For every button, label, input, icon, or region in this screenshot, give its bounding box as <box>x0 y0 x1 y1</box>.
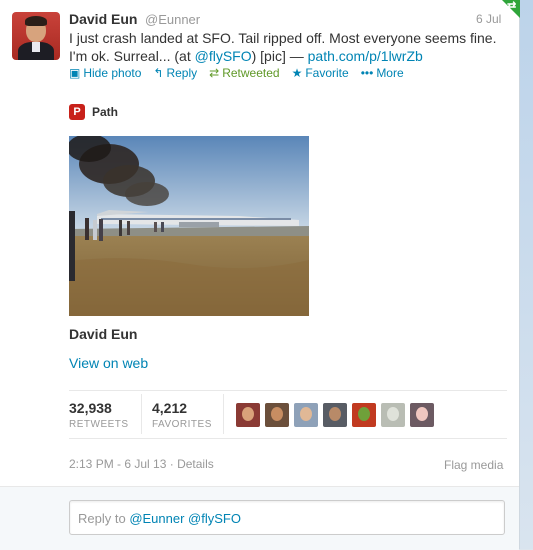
tweet-text: I just crash landed at SFO. Tail ripped … <box>69 30 497 64</box>
tweet-date[interactable]: 6 Jul <box>476 12 501 26</box>
favoriter-avatar[interactable] <box>323 403 347 427</box>
favoriter-avatar[interactable] <box>352 403 376 427</box>
details-link[interactable]: Details <box>177 457 214 471</box>
stat-divider <box>141 394 142 434</box>
retweets-label: RETWEETS <box>69 419 129 430</box>
retweeted-button[interactable]: ⇄ Retweeted <box>209 66 279 80</box>
author-handle[interactable]: @Eunner <box>145 12 200 27</box>
media-provider[interactable]: Path <box>92 104 118 120</box>
retweet-icon: ⇄ <box>209 66 220 80</box>
tweet-actions: ▣ Hide photo ↰ Reply ⇄ Retweeted ★ Favorite … <box>69 66 416 80</box>
favoriters-avatars <box>236 403 434 427</box>
favorites-label: FAVORITES <box>152 419 212 430</box>
favorites-stat[interactable]: 4,212 FAVORITES <box>152 400 212 430</box>
hide-photo-button[interactable]: ▣ Hide photo <box>69 66 141 80</box>
divider <box>69 438 507 439</box>
divider <box>69 390 507 391</box>
favoriter-avatar[interactable] <box>294 403 318 427</box>
more-button[interactable]: ••• More <box>361 66 404 80</box>
crash-photo[interactable] <box>69 136 309 316</box>
author-name[interactable]: David Eun <box>69 11 137 27</box>
reply-icon: ↰ <box>153 66 164 80</box>
retweets-count: 32,938 <box>69 400 112 416</box>
favoriter-avatar[interactable] <box>381 403 405 427</box>
star-icon: ★ <box>291 66 303 80</box>
favorite-button[interactable]: ★ Favorite <box>292 66 349 80</box>
reply-input[interactable]: Reply to @Eunner @flySFO <box>69 500 505 535</box>
flag-media-link[interactable]: Flag media <box>444 458 503 472</box>
avatar[interactable] <box>12 12 60 60</box>
tweet-card: ⇄ David Eun @Eunner 6 Jul I just crash l… <box>0 0 520 550</box>
favoriter-avatar[interactable] <box>265 403 289 427</box>
favorites-count: 4,212 <box>152 400 188 416</box>
view-on-web-link[interactable]: View on web <box>69 355 148 371</box>
timestamp-text[interactable]: 2:13 PM - 6 Jul 13 <box>69 457 166 471</box>
reply-button[interactable]: ↰ Reply <box>153 66 197 80</box>
more-dots-icon: ••• <box>360 66 374 80</box>
scrollbar-track[interactable] <box>520 0 533 549</box>
mention-link[interactable]: @flySFO <box>195 48 252 64</box>
tweet-timestamp: 2:13 PM - 6 Jul 13 · Details <box>69 457 214 471</box>
path-link[interactable]: path.com/p/1lwrZb <box>308 48 423 64</box>
favoriter-avatar[interactable] <box>236 403 260 427</box>
retweets-stat[interactable]: 32,938 RETWEETS <box>69 400 129 430</box>
favoriter-avatar[interactable] <box>410 403 434 427</box>
photo-icon: ▣ <box>69 66 81 80</box>
path-logo-icon: P <box>69 104 85 120</box>
retweet-corner-icon: ⇄ <box>507 0 517 12</box>
media-author-name[interactable]: David Eun <box>69 326 137 342</box>
stat-divider <box>223 394 224 434</box>
